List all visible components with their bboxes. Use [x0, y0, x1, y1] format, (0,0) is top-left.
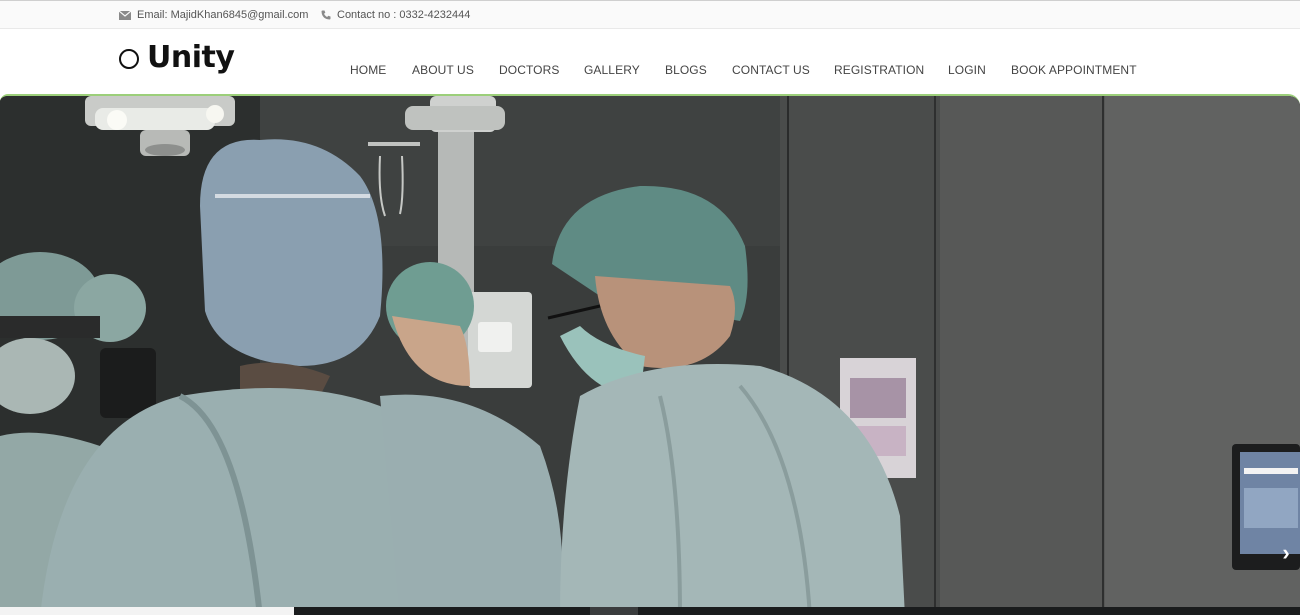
nav-item-home[interactable]: HOME [350, 63, 386, 77]
slider-bottom-strip [0, 607, 1300, 615]
main-navbar: Unity HOME ABOUT US DOCTORS GALLERY BLOG… [0, 29, 1300, 94]
nav-item-about-us[interactable]: ABOUT US [412, 63, 474, 77]
nav-item-registration[interactable]: REGISTRATION [834, 63, 924, 77]
phone-info: Contact no : 0332-4232444 [321, 9, 470, 21]
contact-text: Contact no : 0332-4232444 [337, 9, 471, 21]
ring-icon [119, 49, 139, 69]
brand-logo[interactable]: Unity [119, 37, 235, 77]
hero-slider: › [0, 94, 1300, 615]
email-text: Email: MajidKhan6845@gmail.com [137, 9, 309, 21]
phone-icon [321, 10, 331, 20]
nav-item-gallery[interactable]: GALLERY [584, 63, 640, 77]
brand-name: Unity [147, 39, 235, 75]
top-info-bar: Email: MajidKhan6845@gmail.com Contact n… [0, 0, 1300, 29]
chevron-right-icon[interactable]: › [1276, 540, 1296, 566]
envelope-icon [119, 10, 131, 20]
hero-image [0, 96, 1300, 615]
email-info: Email: MajidKhan6845@gmail.com [119, 9, 308, 21]
nav-item-login[interactable]: LOGIN [948, 63, 986, 77]
strip-segment-light [0, 607, 294, 615]
nav-item-blogs[interactable]: BLOGS [665, 63, 707, 77]
nav-item-doctors[interactable]: DOCTORS [499, 63, 559, 77]
strip-segment-mid [590, 607, 638, 615]
nav-item-book-appointment[interactable]: BOOK APPOINTMENT [1011, 63, 1137, 77]
nav-item-contact-us[interactable]: CONTACT US [732, 63, 810, 77]
